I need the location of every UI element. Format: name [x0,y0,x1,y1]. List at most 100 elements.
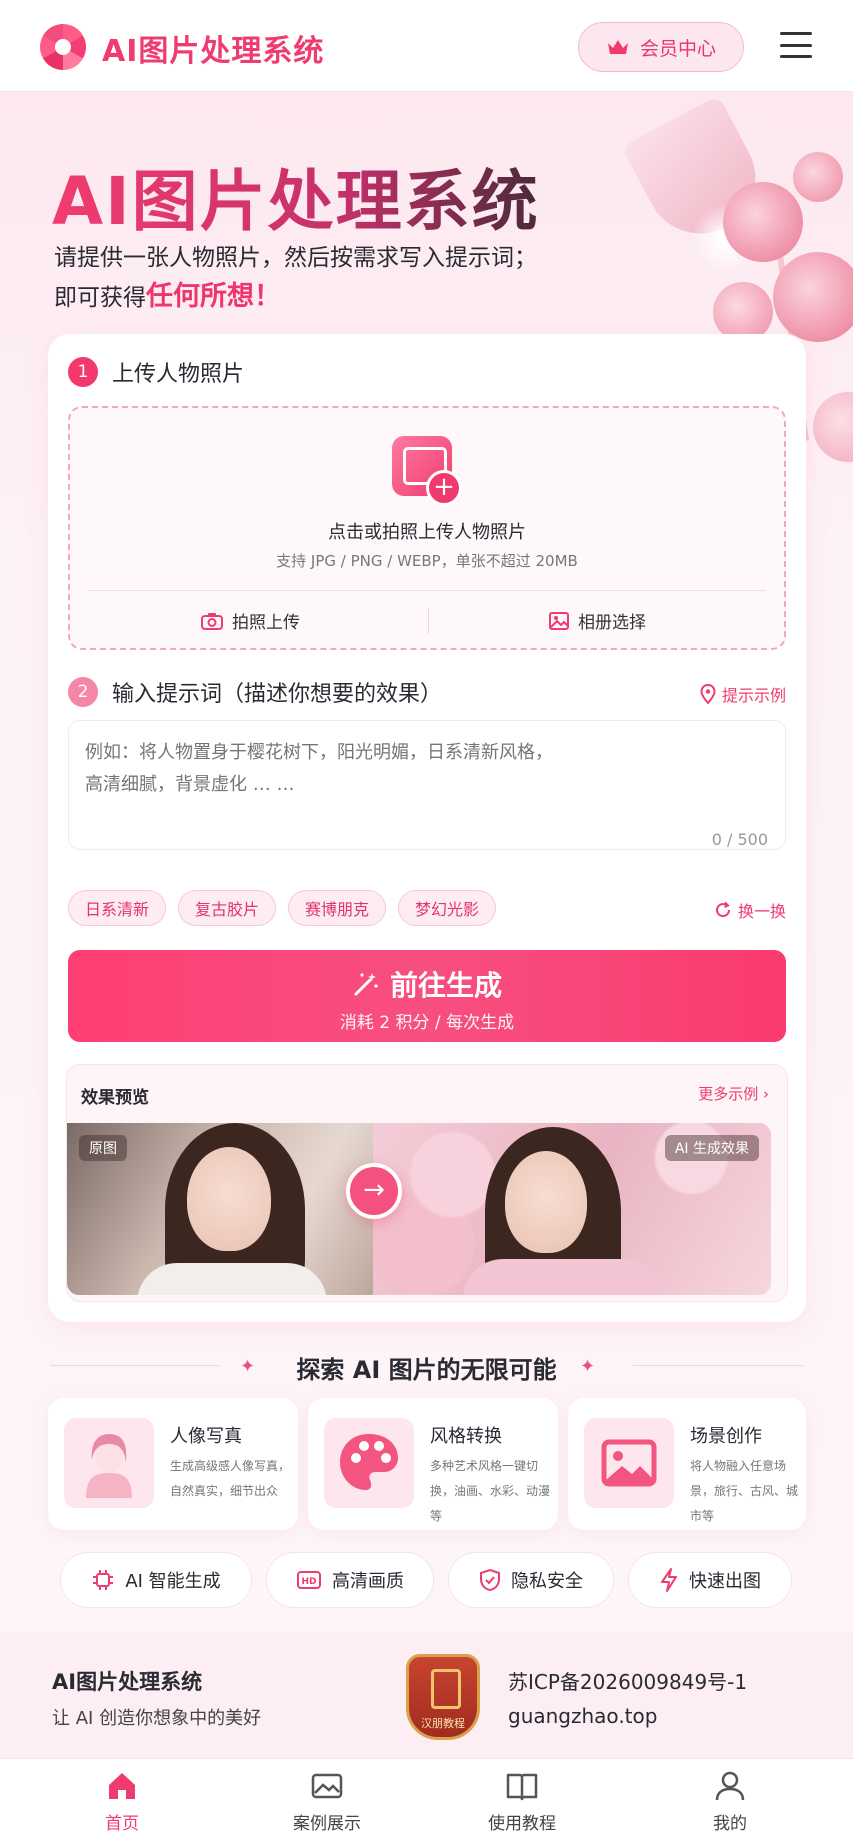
more-examples-link[interactable]: 更多示例 › [698,1083,769,1104]
seal-text: 汉朋教程 [421,1717,465,1730]
prompt-example-link[interactable]: 提示示例 [700,682,786,706]
vip-label: 会员中心 [639,37,716,60]
prompt-tag[interactable]: 梦幻光影 [398,890,497,926]
divider [428,608,429,634]
portrait-icon [64,1418,154,1508]
step-title: 上传人物照片 [112,362,245,387]
rose [713,282,773,342]
pill-label: 高清画质 [332,1571,404,1592]
nav-cases[interactable]: 案例展示 [257,1769,397,1834]
seal-logo: 汉朋教程 [406,1654,480,1740]
ai-result-image: AI 生成效果 [373,1123,771,1295]
nav-mine[interactable]: 我的 [660,1769,800,1834]
divider [633,1365,803,1366]
magic-wand-icon [354,973,378,996]
step-number: 1 [68,357,98,387]
feature-desc: 生成高级感人像写真，自然真实，细节出众 [170,1459,291,1498]
hero-subtitle-2: 即可获得任何所想！ [54,274,281,313]
explore-title: 探索 AI 图片的无限可能 [296,1356,557,1384]
pill-label: 快速出图 [689,1571,761,1592]
nav-home[interactable]: 首页 [52,1769,192,1834]
prompt-example-label: 提示示例 [721,686,786,705]
prompt-tag[interactable]: 复古胶片 [178,890,277,926]
menu-icon[interactable] [780,32,812,58]
upload-main-text: 点击或拍照上传人物照片 [328,522,526,543]
divider [88,590,766,591]
step-upload-header: 1 上传人物照片 [68,356,244,388]
main-card: 1 上传人物照片 + 点击或拍照上传人物照片 支持 JPG / PNG / WE… [48,334,806,1322]
generate-title: 前往生成 [389,969,502,1002]
lightning-icon [661,1568,677,1592]
feature-name: 人像写真 [170,1426,242,1447]
chevron-right-icon: › [763,1085,769,1103]
nav-tutorial[interactable]: 使用教程 [452,1769,592,1834]
image-scene-icon [584,1418,674,1508]
rose [813,392,853,462]
site-footer: AI图片处理系统 让 AI 创造你想象中的美好 汉朋教程 苏ICP备202600… [0,1632,853,1758]
original-image: 原图 [67,1123,373,1295]
add-image-icon: + [392,436,462,506]
feature-card-scene[interactable]: 场景创作 将人物融入任意场景，旅行、古风、城市等 [568,1398,806,1530]
camera-upload-button[interactable]: 拍照上传 [200,608,300,633]
feature-desc: 将人物融入任意场景，旅行、古风、城市等 [690,1459,799,1523]
camera-icon [201,612,223,630]
swap-tags-button[interactable]: 换一换 [714,898,786,922]
album-select-label: 相册选择 [578,613,646,633]
generate-button[interactable]: 前往生成 消耗 2 积分 / 每次生成 [68,950,786,1042]
pill-fast: 快速出图 [628,1552,792,1608]
upload-area[interactable]: + 点击或拍照上传人物照片 支持 JPG / PNG / WEBP，单张不超过 … [68,406,786,650]
hero-highlight: 任何所想！ [146,281,281,312]
hd-icon: HD [297,1571,321,1589]
face [505,1151,587,1253]
rose [723,182,803,262]
pill-ai-generate: AI 智能生成 [60,1552,252,1608]
nav-label: 首页 [105,1814,139,1834]
pill-hd-quality: HD 高清画质 [266,1552,434,1608]
user-icon [713,1769,747,1803]
crown-icon [607,40,628,54]
upload-hint: 支持 JPG / PNG / WEBP，单张不超过 20MB [276,552,578,570]
original-badge: 原图 [79,1135,127,1161]
footer-domain[interactable]: guangzhao.top [508,1704,657,1728]
preview-title: 效果预览 [81,1088,149,1108]
face [187,1147,271,1251]
vip-center-button[interactable]: 会员中心 [578,22,744,72]
arrow-right-icon: → [346,1163,402,1219]
more-examples-label: 更多示例 [698,1085,759,1103]
shirt [137,1263,327,1295]
pill-label: 隐私安全 [511,1571,583,1592]
nav-label: 我的 [713,1814,747,1834]
home-icon [105,1769,139,1803]
footer-slogan: 让 AI 创造你想象中的美好 [52,1708,262,1729]
logo-icon [40,24,86,70]
preview-panel: 效果预览 更多示例 › 原图 AI 生成效果 → [66,1064,788,1302]
feature-name: 风格转换 [430,1426,502,1447]
location-pin-icon [700,684,716,704]
feature-card-portrait[interactable]: 人像写真 生成高级感人像写真，自然真实，细节出众 [48,1398,298,1530]
feature-card-style[interactable]: 风格转换 多种艺术风格一键切换，油画、水彩、动漫等 [308,1398,558,1530]
step-title: 输入提示词（描述你想要的效果） [112,682,443,707]
icp-number[interactable]: 苏ICP备2026009849号-1 [508,1666,747,1695]
gallery-icon [310,1769,344,1803]
swap-label: 换一换 [737,902,786,921]
generate-subtitle: 消耗 2 积分 / 每次生成 [339,1013,515,1033]
prompt-tag[interactable]: 赛博朋克 [288,890,387,926]
chip-icon [93,1570,114,1590]
refresh-icon [716,901,730,918]
rose [793,152,843,202]
nav-label: 使用教程 [488,1814,556,1834]
feature-name: 场景创作 [690,1426,762,1447]
prompt-tag[interactable]: 日系清新 [68,890,167,926]
pill-privacy: 隐私安全 [448,1552,614,1608]
palette-icon [324,1418,414,1508]
book-icon [505,1769,539,1803]
dress [463,1259,663,1295]
hero-title: AI图片处理系统 [52,148,540,244]
rose [773,252,853,342]
camera-upload-label: 拍照上传 [232,613,300,633]
album-select-button[interactable]: 相册选择 [548,608,646,633]
sparkle-icon: ✦ [580,1356,596,1377]
shield-icon [480,1568,500,1592]
prompt-input[interactable] [68,720,786,850]
brand-name: AI图片处理系统 [102,34,325,69]
